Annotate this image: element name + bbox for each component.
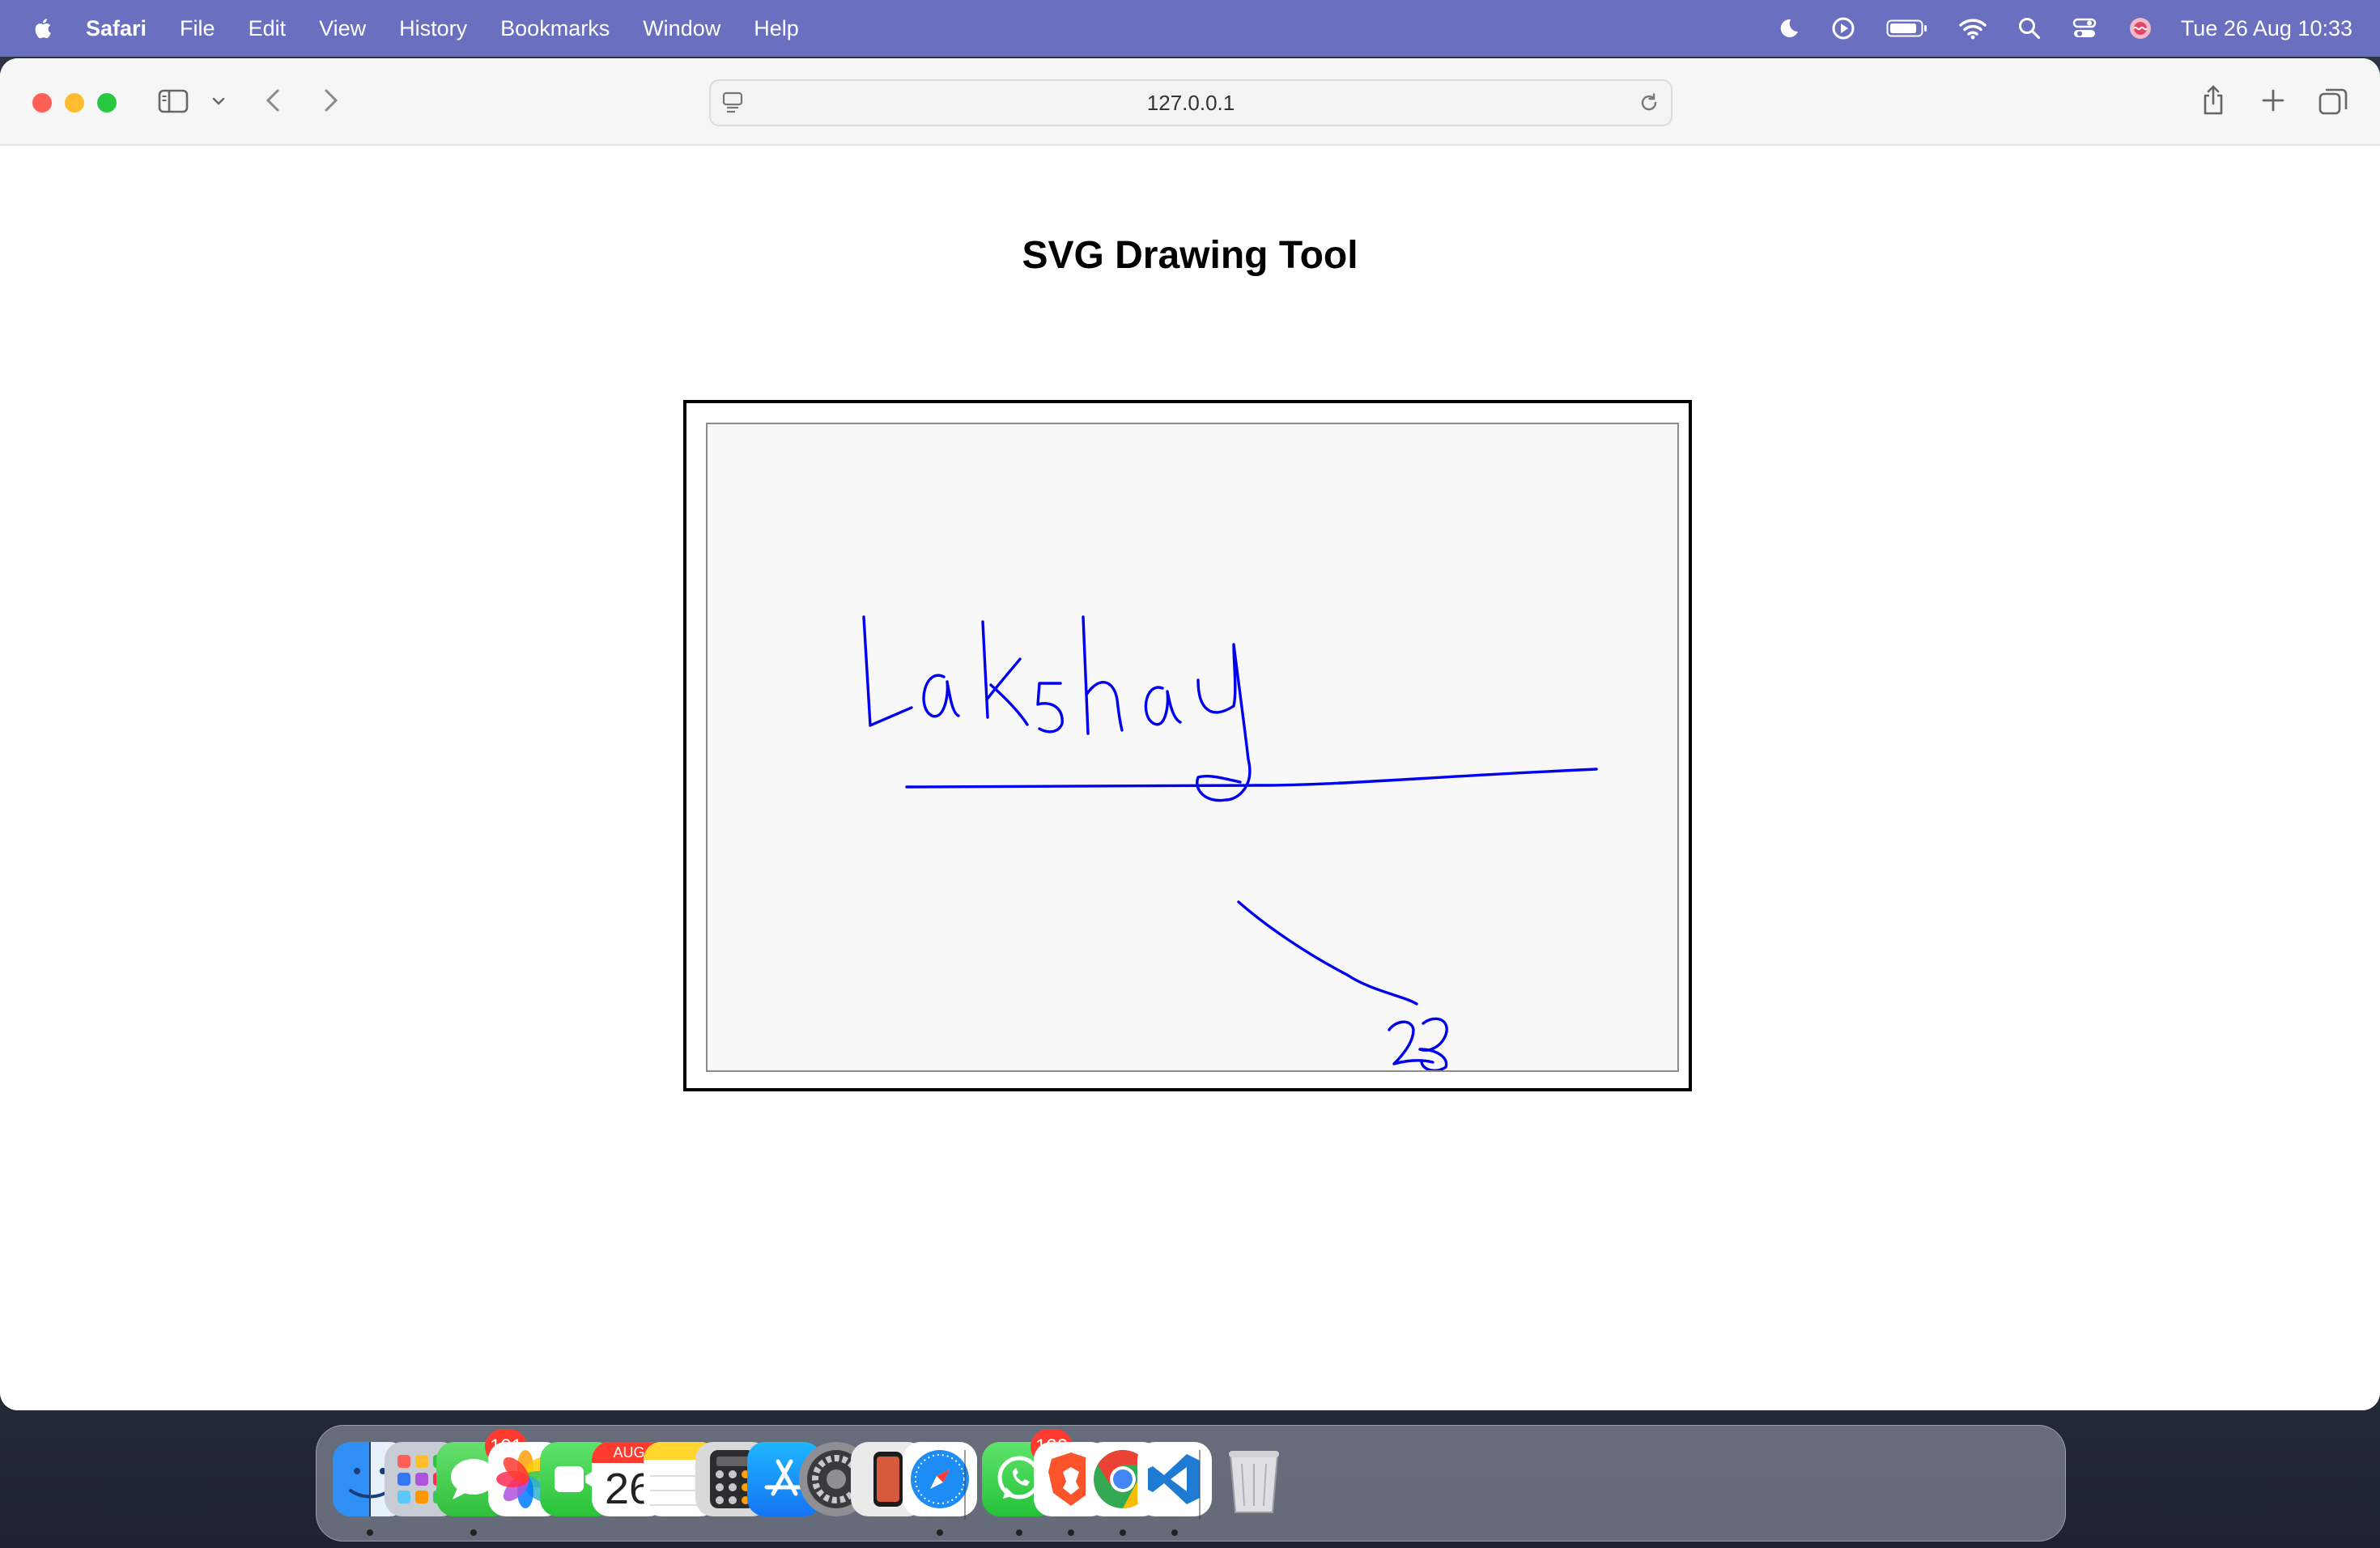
drawing-canvas[interactable] [706, 423, 1679, 1072]
web-page: SVG Drawing Tool [0, 146, 2380, 1410]
chrome-running-dot [1120, 1529, 1126, 1536]
menu-bookmarks[interactable]: Bookmarks [500, 16, 610, 41]
stroke-letter-a [922, 674, 960, 718]
stroke-letter-y [1196, 643, 1252, 802]
battery-icon[interactable] [1886, 18, 1928, 39]
menu-help[interactable]: Help [754, 16, 799, 41]
dock-separator-2 [1199, 1450, 1201, 1520]
menu-window[interactable]: Window [643, 16, 720, 41]
stroke-scribble [1388, 1017, 1448, 1072]
drawing-svg[interactable] [708, 424, 1677, 1072]
reload-icon[interactable] [1637, 91, 1661, 115]
brave-running-dot [1068, 1529, 1074, 1536]
apple-icon[interactable] [32, 17, 52, 40]
menu-bar: Safari File Edit View History Bookmarks … [0, 0, 2380, 57]
dock-separator [964, 1450, 966, 1520]
stroke-letter-l [862, 615, 913, 727]
moon-icon[interactable] [1776, 16, 1800, 40]
menu-safari[interactable]: Safari [86, 16, 147, 41]
spotlight-search-icon[interactable] [2017, 16, 2042, 40]
chevron-down-icon[interactable] [209, 91, 228, 112]
minimize-window-button[interactable] [65, 93, 84, 113]
stroke-letter-k [981, 620, 1029, 726]
control-center-icon[interactable] [2072, 16, 2097, 40]
browser-toolbar: 127.0.0.1 [0, 58, 2380, 146]
close-window-button[interactable] [32, 93, 52, 113]
maximize-window-button[interactable] [97, 93, 117, 113]
stroke-letter-a-2 [1144, 686, 1182, 726]
safari-running-dot [937, 1529, 943, 1536]
stroke-underline [905, 768, 1598, 789]
menu-edit[interactable]: Edit [249, 16, 287, 41]
menu-file[interactable]: File [180, 16, 215, 41]
share-icon[interactable] [2199, 83, 2228, 118]
stroke-diagonal [1237, 900, 1418, 1006]
url-text[interactable]: 127.0.0.1 [711, 81, 1671, 125]
tab-overview-icon[interactable] [2317, 86, 2349, 117]
vscode-running-dot [1171, 1529, 1178, 1536]
menu-history[interactable]: History [399, 16, 467, 41]
new-tab-plus-icon[interactable] [2259, 86, 2288, 115]
safari-window: 127.0.0.1 SVG Drawing Tool [0, 58, 2380, 1410]
back-arrow-icon[interactable] [261, 86, 285, 115]
trash-icon[interactable] [1217, 1442, 1291, 1516]
vscode-icon[interactable] [1137, 1442, 1212, 1516]
safari-icon[interactable] [903, 1442, 977, 1516]
finder-running-dot [367, 1529, 373, 1536]
forward-arrow-icon[interactable] [319, 86, 343, 115]
stroke-letter-s [1036, 682, 1064, 734]
messages-running-dot [470, 1529, 477, 1536]
canvas-frame [683, 400, 1692, 1091]
menu-view[interactable]: View [319, 16, 366, 41]
siri-icon[interactable] [2127, 15, 2153, 41]
sidebar-toggle-icon[interactable] [157, 87, 189, 116]
menu-bar-clock[interactable]: Tue 26 Aug 10:33 [2181, 16, 2352, 41]
dock: 101 AUG 26 [316, 1425, 2066, 1542]
whatsapp-running-dot [1016, 1529, 1022, 1536]
page-title: SVG Drawing Tool [1022, 234, 1358, 277]
address-bar[interactable]: 127.0.0.1 [709, 79, 1672, 126]
play-icon[interactable] [1831, 16, 1855, 40]
stroke-letter-h [1082, 615, 1124, 735]
wifi-icon[interactable] [1959, 17, 1987, 40]
